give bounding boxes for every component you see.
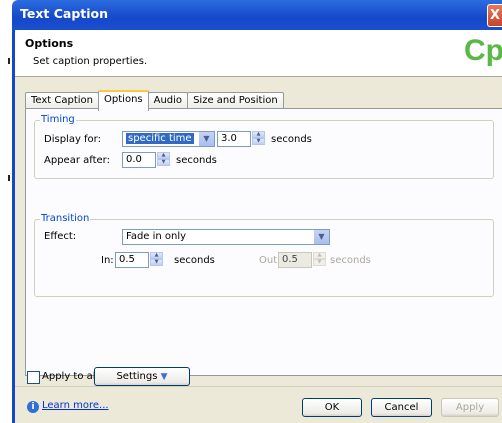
ok-button[interactable]: OK	[302, 398, 362, 417]
tab-options[interactable]: Options	[98, 90, 149, 111]
tab-text-caption[interactable]: Text Caption	[25, 92, 100, 109]
settings-button[interactable]: Settings ▼	[94, 367, 190, 386]
in-label: In:	[101, 255, 114, 266]
transition-group: Transition Effect: Fade in only ▼ In: 0.…	[34, 213, 494, 297]
footer-divider	[15, 386, 502, 387]
in-unit: seconds	[174, 255, 215, 266]
chevron-down-icon[interactable]: ▼	[198, 132, 214, 146]
header-title: Options	[25, 37, 74, 50]
window-title: Text Caption	[20, 6, 109, 21]
duration-input[interactable]: 3.0	[217, 131, 251, 147]
chevron-down-icon: ▼	[160, 372, 168, 382]
appear-after-label: Appear after:	[44, 155, 110, 166]
spin-up-icon: ▲	[313, 252, 326, 259]
display-for-label: Display for:	[44, 134, 101, 145]
display-for-value: specific time	[126, 133, 194, 144]
timing-legend: Timing	[40, 114, 76, 125]
title-bar[interactable]: Text Caption X	[12, 0, 502, 30]
cancel-button[interactable]: Cancel	[371, 398, 432, 417]
spin-down-icon: ▼	[313, 259, 326, 266]
dialog-header: Options Set caption properties. Cp	[15, 30, 502, 77]
captivate-logo: Cp	[464, 34, 502, 67]
spin-down-icon[interactable]: ▼	[252, 138, 265, 145]
spin-up-icon[interactable]: ▲	[252, 131, 265, 138]
spin-up-icon[interactable]: ▲	[150, 252, 163, 259]
settings-label: Settings	[116, 371, 158, 382]
chevron-down-icon[interactable]: ▼	[313, 230, 329, 244]
options-panel: Timing Display for: specific time ▼ 3.0 …	[25, 108, 502, 376]
tab-audio[interactable]: Audio	[147, 92, 189, 109]
appear-after-stepper[interactable]: ▲ ▼	[157, 152, 170, 168]
header-subtitle: Set caption properties.	[33, 56, 148, 67]
display-for-dropdown[interactable]: specific time ▼	[122, 131, 215, 147]
apply-to-all-label: Apply to all	[42, 371, 99, 382]
spin-up-icon[interactable]: ▲	[157, 152, 170, 159]
transition-legend: Transition	[40, 213, 91, 224]
in-duration-input[interactable]: 0.5	[115, 252, 149, 268]
out-unit: seconds	[330, 255, 371, 266]
apply-button: Apply	[441, 398, 499, 417]
spin-down-icon[interactable]: ▼	[150, 259, 163, 266]
duration-stepper[interactable]: ▲ ▼	[252, 131, 265, 147]
learn-more-link[interactable]: Learn more...	[42, 400, 109, 411]
out-duration-input: 0.5	[278, 252, 312, 268]
dialog-window: Options Set caption properties. Cp Text …	[12, 30, 502, 423]
timing-group: Timing Display for: specific time ▼ 3.0 …	[34, 114, 494, 179]
background-strip	[0, 0, 12, 423]
edge-mark	[8, 58, 10, 64]
in-duration-stepper[interactable]: ▲ ▼	[150, 252, 163, 268]
effect-value: Fade in only	[126, 231, 187, 242]
info-icon: i	[27, 401, 39, 413]
duration-unit: seconds	[271, 134, 312, 145]
effect-label: Effect:	[44, 231, 77, 242]
close-button[interactable]: X	[487, 4, 502, 27]
out-duration-stepper: ▲ ▼	[313, 252, 326, 268]
spin-down-icon[interactable]: ▼	[157, 159, 170, 166]
appear-after-input[interactable]: 0.0	[122, 152, 156, 168]
tab-size-and-position[interactable]: Size and Position	[187, 92, 284, 109]
apply-to-all-checkbox[interactable]	[27, 371, 40, 384]
edge-mark	[8, 175, 10, 181]
effect-dropdown[interactable]: Fade in only ▼	[122, 229, 330, 245]
appear-after-unit: seconds	[176, 155, 217, 166]
